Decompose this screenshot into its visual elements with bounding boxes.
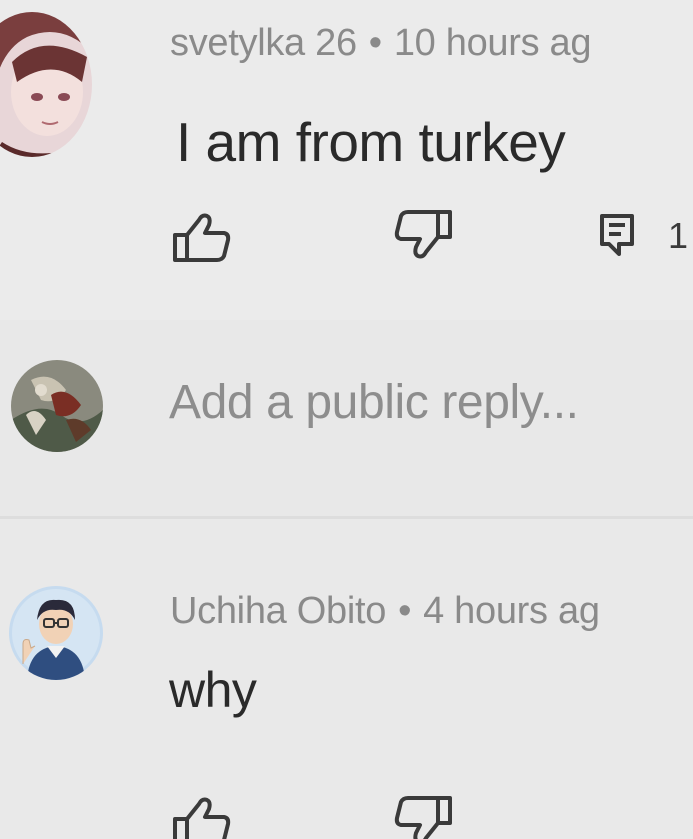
reply-count[interactable]: 1 xyxy=(668,215,688,257)
reply-comment-icon[interactable] xyxy=(599,213,635,257)
comment-meta: svetylka 26 • 10 hours ag xyxy=(170,22,592,65)
comment-timestamp[interactable]: 10 hours ag xyxy=(394,22,592,64)
comment-text: I am from turkey xyxy=(176,111,566,173)
meta-separator: • xyxy=(368,22,382,64)
reply-author[interactable]: Uchiha Obito xyxy=(170,590,386,632)
reply-card: Uchiha Obito • 4 hours ag why xyxy=(0,519,693,839)
add-reply-section: Add a public reply... xyxy=(0,320,693,516)
thumbs-up-icon[interactable] xyxy=(172,795,232,839)
comment-card: svetylka 26 • 10 hours ag I am from turkey… xyxy=(0,0,693,320)
thumbs-down-icon[interactable] xyxy=(393,795,453,839)
reply-author-avatar[interactable] xyxy=(9,586,103,680)
thumbs-up-icon[interactable] xyxy=(172,211,232,263)
current-user-avatar[interactable] xyxy=(11,360,103,452)
commenter-avatar[interactable] xyxy=(0,12,92,157)
meta-separator: • xyxy=(398,590,412,632)
thumbs-down-icon[interactable] xyxy=(393,209,453,261)
reply-text: why xyxy=(169,662,257,718)
reply-input[interactable]: Add a public reply... xyxy=(169,375,579,430)
reply-timestamp[interactable]: 4 hours ag xyxy=(423,590,600,632)
comment-author[interactable]: svetylka 26 xyxy=(170,22,357,64)
reply-meta: Uchiha Obito • 4 hours ag xyxy=(170,590,600,633)
